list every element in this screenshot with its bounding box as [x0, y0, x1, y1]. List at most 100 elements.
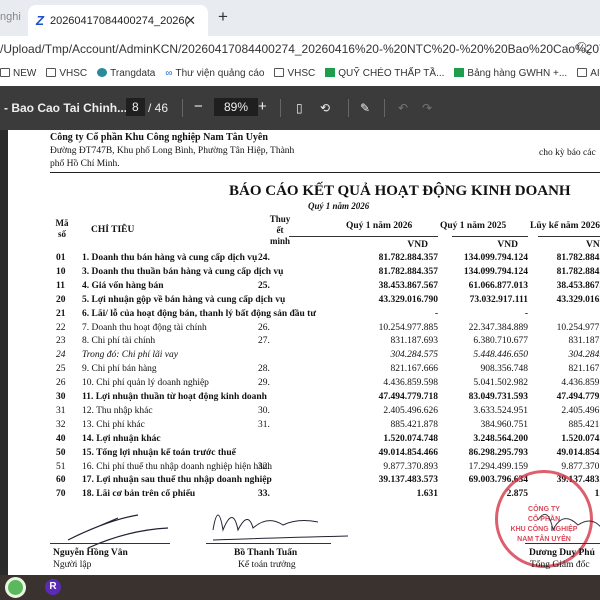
row-label: 16. Chi phí thuế thu nhập doanh nghiệp h…	[82, 461, 272, 472]
row-note: 28.	[258, 364, 270, 375]
header-divider	[50, 172, 600, 173]
sheets-icon	[454, 68, 465, 77]
site-logo-icon: Z	[36, 13, 44, 28]
table-row: 30 11. Lợi nhuận thuần từ hoạt động kinh …	[8, 392, 600, 406]
col-q1-2025-header: Quý 1 năm 2025	[440, 221, 507, 231]
folder-icon	[274, 68, 285, 77]
row-q1-2026: 304.284.575	[390, 350, 439, 361]
table-row: 26 10. Chi phí quản lý doanh nghiệp 29. 4.4…	[8, 378, 600, 392]
sign-line	[525, 543, 600, 544]
bookmark-ai[interactable]: AI	[577, 68, 600, 86]
row-label: 11. Lợi nhuận thuần từ hoạt động kinh do…	[82, 392, 267, 402]
tab-bar: nghi Z 20260417084400274_2026( ✕ +	[0, 0, 600, 36]
signatures	[67, 513, 600, 549]
bookmark-ads-library[interactable]: ∞ Thư viện quảng cáo	[165, 68, 264, 86]
row-label: 1. Doanh thu bán hàng và cung cấp dịch v…	[82, 253, 258, 263]
row-ytd-2026: 831.187.693	[568, 336, 600, 347]
row-q1-2025: 22.347.384.889	[468, 322, 528, 333]
row-note: 25.	[258, 280, 270, 291]
row-label: 9. Chi phí bán hàng	[82, 364, 157, 375]
undo-icon[interactable]: ↶	[398, 101, 408, 115]
row-code: 11	[56, 280, 65, 291]
address-bar[interactable]: /Upload/Tmp/Account/AdminKCN/20260417084…	[0, 36, 600, 64]
row-q1-2025: -	[524, 308, 528, 319]
row-code: 23	[56, 336, 66, 347]
row-q1-2025: 17.294.499.159	[468, 461, 528, 472]
divider	[280, 99, 281, 117]
row-label: 13. Chi phí khác	[82, 419, 145, 430]
sign-line	[50, 543, 170, 544]
row-note: 26.	[258, 322, 270, 333]
fit-page-icon[interactable]: ▯	[296, 101, 303, 115]
unit-q1-2025: VND	[497, 240, 518, 250]
col-code-header: Mã số	[55, 218, 69, 239]
divider	[348, 99, 349, 117]
row-q1-2025: 86.298.295.793	[468, 447, 528, 458]
row-q1-2025: 3.633.524.951	[473, 405, 528, 416]
row-ytd-2026: 10.254.977.885	[556, 322, 600, 333]
globe-icon	[97, 68, 108, 77]
bookmark-vhsc-2[interactable]: VHSC	[274, 68, 315, 86]
row-q1-2025: 3.248.564.200	[473, 433, 528, 444]
redo-icon[interactable]: ↷	[422, 101, 432, 115]
row-ytd-2026: 9.877.370.893	[561, 461, 600, 472]
close-tab-icon[interactable]: ✕	[185, 13, 196, 29]
new-tab-button[interactable]: +	[218, 7, 228, 27]
rotate-icon[interactable]: ⟲	[320, 101, 330, 115]
row-q1-2026: 81.782.884.357	[378, 266, 438, 277]
row-code: 32	[56, 419, 66, 430]
row-code: 50	[56, 447, 66, 458]
row-code: 30	[56, 392, 66, 402]
pdf-viewer[interactable]: Công ty Cổ phần Khu Công nghiệp Nam Tân …	[0, 130, 600, 575]
page-number-input[interactable]: 8	[126, 98, 145, 116]
row-q1-2026: 81.782.884.357	[378, 253, 438, 263]
row-code: 40	[56, 433, 66, 444]
row-code: 26	[56, 378, 66, 389]
col-divider	[289, 236, 438, 237]
company-name: Công ty Cổ phần Khu Công nghiệp Nam Tân …	[50, 132, 268, 143]
report-title: BÁO CÁO KẾT QUẢ HOẠT ĐỘNG KINH DOANH	[229, 183, 571, 199]
row-q1-2026: 1.631	[416, 489, 438, 500]
tab-active[interactable]: Z 20260417084400274_2026( ✕	[28, 5, 208, 36]
row-q1-2025: 384.960.751	[480, 419, 529, 430]
row-q1-2026: 49.014.854.466	[378, 447, 438, 458]
row-ytd-2026: 47.494.779.718	[556, 392, 600, 402]
row-note: 29.	[258, 378, 270, 389]
zoom-level-input[interactable]: 89%	[214, 98, 259, 116]
table-row: 21 6. Lãi/ lỗ của hoạt động bán, thanh lý…	[8, 309, 600, 323]
zoom-icon[interactable]: 🔍︎	[575, 41, 592, 57]
bookmark-quy-cheo[interactable]: QUỸ CHÉO THẤP TẦ...	[325, 68, 444, 86]
url-text[interactable]: /Upload/Tmp/Account/AdminKCN/20260417084…	[0, 42, 600, 56]
chief-accountant-name: Bồ Thanh Tuấn	[234, 548, 298, 558]
bookmark-bang-hang[interactable]: Bảng hàng GWHN +...	[454, 68, 567, 86]
row-ytd-2026: 304.284.575	[568, 350, 600, 361]
row-ytd-2026: 1.631	[594, 489, 600, 500]
bookmark-new[interactable]: NEW	[0, 68, 36, 86]
table-row: 22 7. Doanh thu hoạt động tài chính 26. 10.…	[8, 323, 600, 337]
bookmarks-bar: NEW VHSC Trangdata ∞ Thư viện quảng cáo V…	[0, 64, 600, 86]
bookmark-vhsc[interactable]: VHSC	[46, 68, 87, 86]
zoom-out-button[interactable]: −	[194, 98, 203, 115]
draw-icon[interactable]: ✎	[360, 101, 370, 115]
row-q1-2026: 10.254.977.885	[378, 322, 438, 333]
row-q1-2026: 2.405.496.626	[383, 405, 438, 416]
row-note: 31.	[258, 419, 270, 430]
col-divider	[452, 236, 528, 237]
row-ytd-2026: 821.167.666	[568, 364, 600, 375]
unit-q1-2026: VND	[407, 240, 428, 250]
row-label: 5. Lợi nhuận gộp về bán hàng và cung cấp…	[82, 294, 286, 305]
app-icon-green[interactable]	[5, 577, 26, 598]
meta-icon: ∞	[165, 68, 173, 79]
row-code: 21	[56, 308, 66, 319]
row-label: 14. Lợi nhuận khác	[82, 433, 161, 444]
sheets-icon	[325, 68, 336, 77]
zoom-in-button[interactable]: +	[258, 98, 267, 115]
row-q1-2025: 134.099.794.124	[463, 253, 528, 263]
row-note: 24.	[258, 253, 270, 263]
table-row: 11 4. Giá vốn hàng bán 25. 38.453.867.567 61…	[8, 281, 600, 295]
row-code: 60	[56, 475, 66, 486]
tab-previous[interactable]: nghi	[0, 11, 21, 23]
app-icon-r[interactable]: R	[45, 579, 61, 595]
row-q1-2026: 9.877.370.893	[383, 461, 438, 472]
bookmark-trangdata[interactable]: Trangdata	[97, 68, 155, 86]
